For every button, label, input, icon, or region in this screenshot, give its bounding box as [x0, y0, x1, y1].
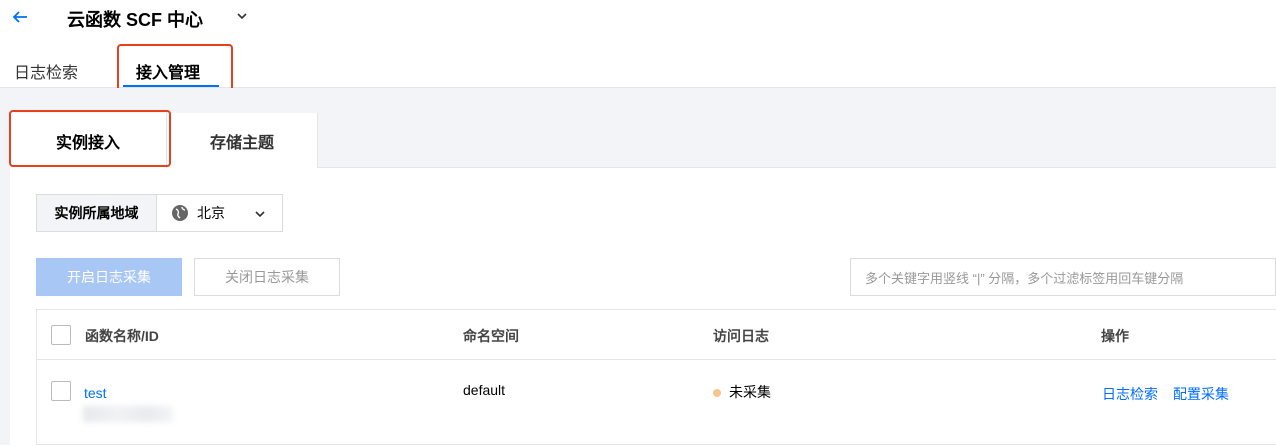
search-placeholder: 多个关键字用竖线 “|” 分隔，多个过滤标签用回车键分隔 — [865, 270, 1184, 286]
search-input[interactable]: 多个关键字用竖线 “|” 分隔，多个过滤标签用回车键分隔 — [850, 258, 1276, 296]
top-bar: 云函数 SCF 中心 — [0, 0, 1276, 36]
region-select[interactable]: 北京 — [157, 195, 282, 231]
subtab-storage-topic[interactable]: 存储主题 — [166, 113, 318, 168]
enable-log-collection-button[interactable]: 开启日志采集 — [36, 258, 182, 296]
function-id-redacted — [83, 406, 173, 422]
tab-log-search[interactable]: 日志检索 — [14, 59, 78, 83]
chevron-down-icon[interactable] — [235, 9, 249, 23]
globe-icon — [171, 204, 189, 222]
region-filter: 实例所属地域 北京 — [36, 194, 283, 232]
status-text: 未采集 — [729, 384, 771, 400]
function-table: 函数名称/ID 命名空间 访问日志 操作 test default 未采集 日志… — [36, 309, 1276, 445]
configure-collection-action-link[interactable]: 配置采集 — [1173, 384, 1229, 404]
row-checkbox[interactable] — [51, 381, 71, 401]
table-row: test default 未采集 日志检索 配置采集 — [37, 360, 1276, 446]
select-all-checkbox[interactable] — [51, 325, 71, 345]
disable-log-collection-button[interactable]: 关闭日志采集 — [194, 258, 340, 296]
column-header-access-log: 访问日志 — [713, 328, 769, 344]
sub-tabs: 实例接入 存储主题 — [10, 113, 1276, 168]
table-header: 函数名称/ID 命名空间 访问日志 操作 — [37, 310, 1276, 360]
highlight-box-subtab — [9, 110, 171, 167]
page-title: 云函数 SCF 中心 — [67, 10, 204, 30]
column-header-namespace: 命名空间 — [463, 328, 519, 344]
arrow-left-icon[interactable] — [10, 7, 30, 27]
region-label: 实例所属地域 — [37, 195, 157, 231]
namespace-value: default — [463, 382, 506, 398]
column-header-actions: 操作 — [1101, 328, 1129, 344]
status-dot — [713, 389, 721, 398]
column-header-name: 函数名称/ID — [85, 328, 159, 344]
chevron-down-icon — [254, 207, 266, 219]
region-value: 北京 — [197, 205, 225, 221]
log-search-action-link[interactable]: 日志检索 — [1102, 384, 1158, 404]
access-log-status: 未采集 — [713, 382, 771, 402]
function-name-link[interactable]: test — [84, 385, 107, 401]
